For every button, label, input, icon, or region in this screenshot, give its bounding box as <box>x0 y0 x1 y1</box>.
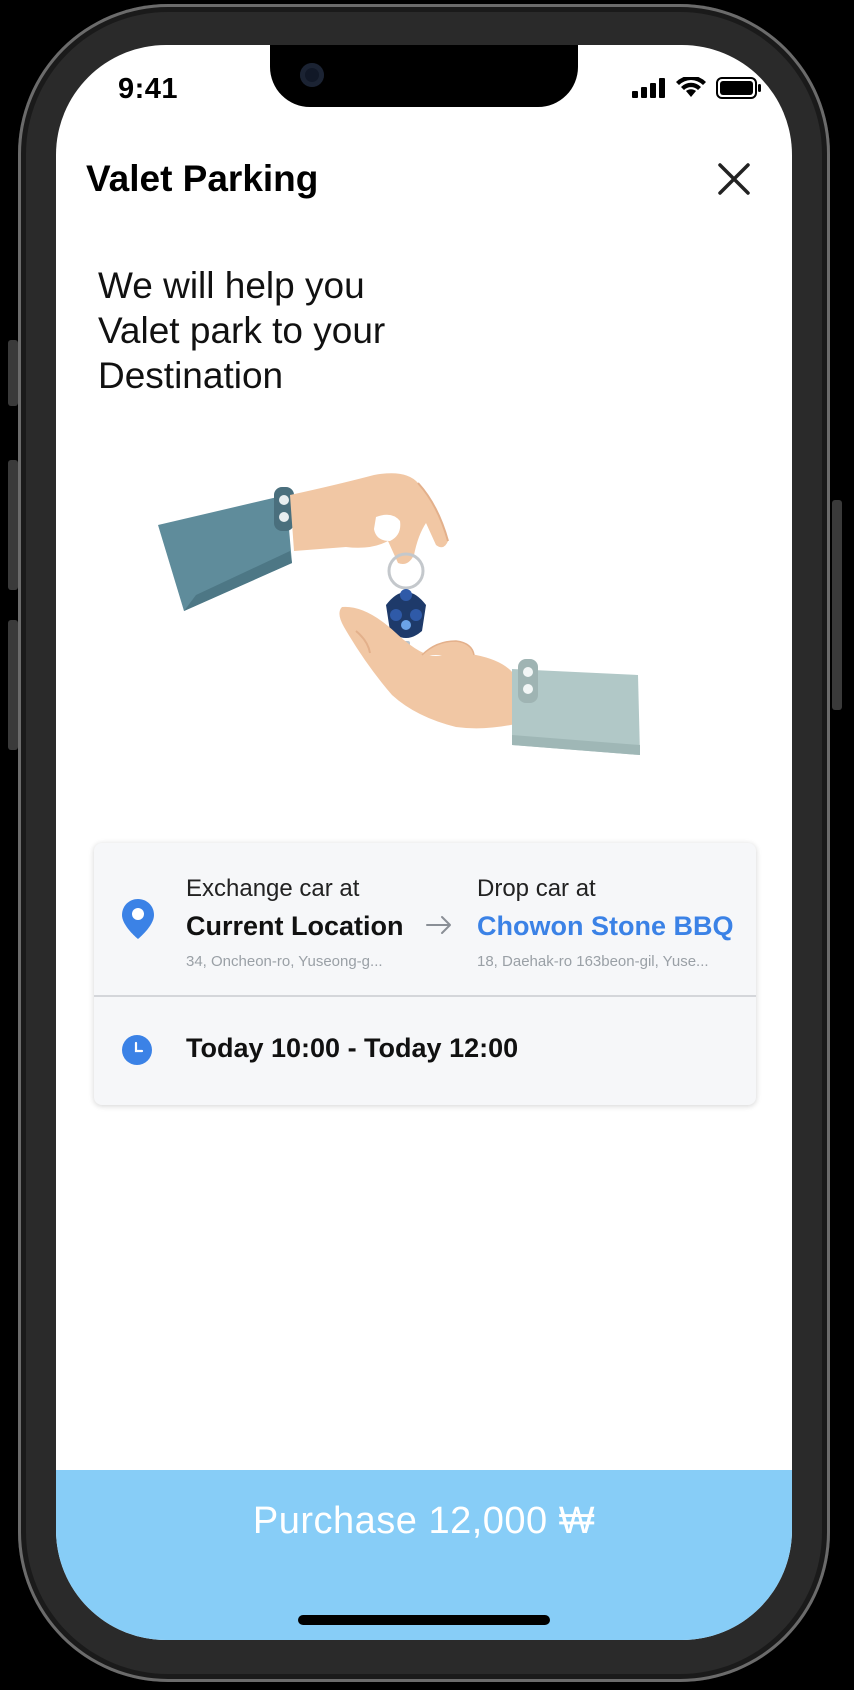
clock-icon <box>122 1035 152 1065</box>
volume-down-button <box>8 620 18 750</box>
drop-label: Drop car at <box>477 875 596 902</box>
wifi-icon <box>676 77 706 97</box>
headline-line-2: Valet park to your <box>98 310 386 351</box>
headline-line-1: We will help you <box>98 265 365 306</box>
status-icons <box>632 77 762 99</box>
app-screen: 9:41 Valet Parking We will help you Vale… <box>56 45 792 1640</box>
card-divider <box>94 995 756 997</box>
drop-place[interactable]: Chowon Stone BBQ <box>477 911 733 942</box>
status-time: 9:41 <box>118 73 179 105</box>
headline-line-3: Destination <box>98 355 284 396</box>
home-indicator[interactable] <box>298 1615 550 1625</box>
notch <box>270 45 578 107</box>
time-range[interactable]: Today 10:00 - Today 12:00 <box>186 1033 518 1064</box>
close-button[interactable] <box>716 161 752 197</box>
purchase-label: Purchase 12,000 ₩ <box>252 1500 596 1542</box>
mute-switch <box>8 340 18 406</box>
headline: We will help you Valet park to your Dest… <box>98 263 498 398</box>
close-icon <box>718 163 750 195</box>
key-handover-illustration <box>158 473 640 755</box>
drop-address: 18, Daehak-ro 163beon-gil, Yuse... <box>477 953 709 970</box>
power-button <box>832 500 842 710</box>
device-frame: 9:41 Valet Parking We will help you Vale… <box>0 0 854 1690</box>
signal-icon <box>632 78 665 98</box>
trip-card[interactable]: Exchange car at Current Location 34, Onc… <box>94 843 756 1105</box>
volume-up-button <box>8 460 18 590</box>
battery-icon <box>716 77 761 99</box>
exchange-address: 34, Oncheon-ro, Yuseong-g... <box>186 953 383 970</box>
arrow-right-icon <box>426 916 451 934</box>
exchange-label: Exchange car at <box>186 875 360 902</box>
exchange-place: Current Location <box>186 911 404 941</box>
page-title: Valet Parking <box>86 158 319 199</box>
location-pin-icon <box>122 899 154 939</box>
front-camera <box>300 63 324 87</box>
